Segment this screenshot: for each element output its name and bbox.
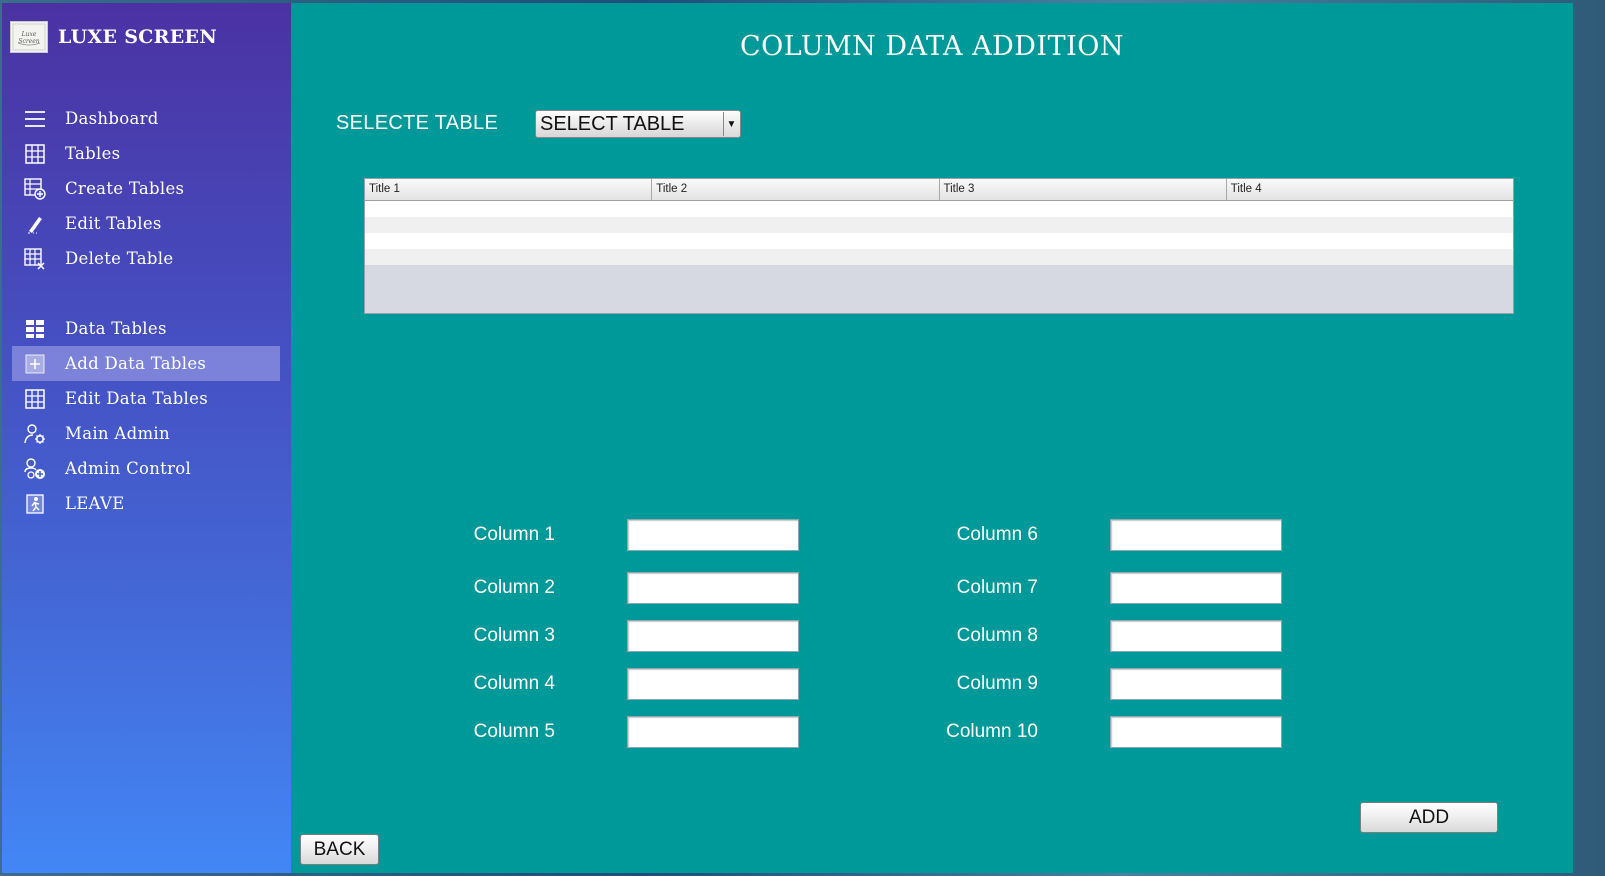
column-3-input[interactable] xyxy=(627,620,799,652)
column-8-label: Column 8 xyxy=(956,625,1038,646)
table-add-icon xyxy=(23,177,47,201)
admin-gear-icon xyxy=(23,422,47,446)
data-table[interactable]: Title 1 Title 2 Title 3 Title 4 xyxy=(364,178,1514,314)
sidebar-item-tables[interactable]: Tables xyxy=(12,136,280,171)
select-table-label: SELECTE TABLE xyxy=(336,112,499,134)
back-button[interactable]: BACK xyxy=(300,834,379,865)
column-6-input[interactable] xyxy=(1110,519,1282,551)
table-row[interactable] xyxy=(365,217,1513,233)
sidebar-item-data-tables[interactable]: Data Tables xyxy=(12,311,280,346)
sidebar-item-label: Delete Table xyxy=(65,249,174,268)
column-header[interactable]: Title 4 xyxy=(1227,179,1513,200)
add-button[interactable]: ADD xyxy=(1360,802,1498,833)
table-row[interactable] xyxy=(365,201,1513,217)
sidebar-item-label: LEAVE xyxy=(65,494,125,513)
sidebar-item-label: Admin Control xyxy=(65,459,192,478)
sidebar-item-label: Dashboard xyxy=(65,109,159,128)
sidebar-item-main-admin[interactable]: Main Admin xyxy=(12,416,280,451)
column-1-label: Column 1 xyxy=(473,524,555,545)
column-4-input[interactable] xyxy=(627,668,799,700)
table-row[interactable] xyxy=(365,233,1513,249)
column-3-label: Column 3 xyxy=(473,625,555,646)
table-body xyxy=(365,201,1513,265)
column-1-input[interactable] xyxy=(627,519,799,551)
column-4-label: Column 4 xyxy=(473,673,555,694)
sidebar-item-label: Tables xyxy=(65,144,121,163)
plus-box-icon xyxy=(23,352,47,376)
page-title: COLUMN DATA ADDITION xyxy=(739,31,1125,62)
app-logo: Luxe Screen xyxy=(10,21,48,53)
column-header[interactable]: Title 1 xyxy=(365,179,653,200)
column-10-label: Column 10 xyxy=(946,721,1038,742)
sidebar-item-label: Edit Data Tables xyxy=(65,389,208,408)
brand: Luxe Screen LUXE SCREEN xyxy=(10,21,217,53)
table-grid-icon xyxy=(23,142,47,166)
sidebar-item-add-data-tables[interactable]: Add Data Tables xyxy=(12,346,280,381)
column-7-input[interactable] xyxy=(1110,572,1282,604)
menu-icon xyxy=(23,107,47,131)
select-table-value: SELECT TABLE xyxy=(540,112,685,135)
sidebar-item-label: Add Data Tables xyxy=(65,354,207,373)
app-window: Luxe Screen LUXE SCREEN Dashboard Tables… xyxy=(2,3,1573,873)
column-5-input[interactable] xyxy=(627,716,799,748)
sidebar-item-label: Edit Tables xyxy=(65,214,162,233)
sidebar-item-edit-data-tables[interactable]: Edit Data Tables xyxy=(12,381,280,416)
app-title: LUXE SCREEN xyxy=(58,26,217,48)
table-row[interactable] xyxy=(365,249,1513,265)
column-10-input[interactable] xyxy=(1110,716,1282,748)
column-2-input[interactable] xyxy=(627,572,799,604)
table-delete-icon xyxy=(23,247,47,271)
column-6-label: Column 6 xyxy=(956,524,1038,545)
table-grid-icon xyxy=(23,387,47,411)
column-5-label: Column 5 xyxy=(473,721,555,742)
exit-icon xyxy=(23,492,47,516)
sidebar: Luxe Screen LUXE SCREEN Dashboard Tables… xyxy=(2,3,291,873)
sidebar-item-leave[interactable]: LEAVE xyxy=(12,486,280,521)
column-header[interactable]: Title 2 xyxy=(652,179,940,200)
sidebar-item-dashboard[interactable]: Dashboard xyxy=(12,101,280,136)
sidebar-item-label: Data Tables xyxy=(65,319,167,338)
sidebar-item-edit-tables[interactable]: Edit Tables xyxy=(12,206,280,241)
admin-add-icon xyxy=(23,457,47,481)
sidebar-item-create-tables[interactable]: Create Tables xyxy=(12,171,280,206)
pen-icon xyxy=(23,212,47,236)
main-panel: COLUMN DATA ADDITION SELECTE TABLE SELEC… xyxy=(291,3,1573,873)
column-9-label: Column 9 xyxy=(956,673,1038,694)
column-header[interactable]: Title 3 xyxy=(940,179,1227,200)
column-7-label: Column 7 xyxy=(956,577,1038,598)
chevron-down-icon[interactable]: ▼ xyxy=(723,112,739,136)
sidebar-item-delete-table[interactable]: Delete Table xyxy=(12,241,280,276)
column-9-input[interactable] xyxy=(1110,668,1282,700)
sidebar-item-admin-control[interactable]: Admin Control xyxy=(12,451,280,486)
logo-text: Luxe Screen xyxy=(18,31,40,45)
table-header: Title 1 Title 2 Title 3 Title 4 xyxy=(365,179,1513,201)
sidebar-item-label: Create Tables xyxy=(65,179,185,198)
column-8-input[interactable] xyxy=(1110,620,1282,652)
column-2-label: Column 2 xyxy=(473,577,555,598)
sidebar-item-label: Main Admin xyxy=(65,424,170,443)
data-table-icon xyxy=(23,317,47,341)
select-table-dropdown[interactable]: SELECT TABLE ▼ xyxy=(535,110,741,138)
